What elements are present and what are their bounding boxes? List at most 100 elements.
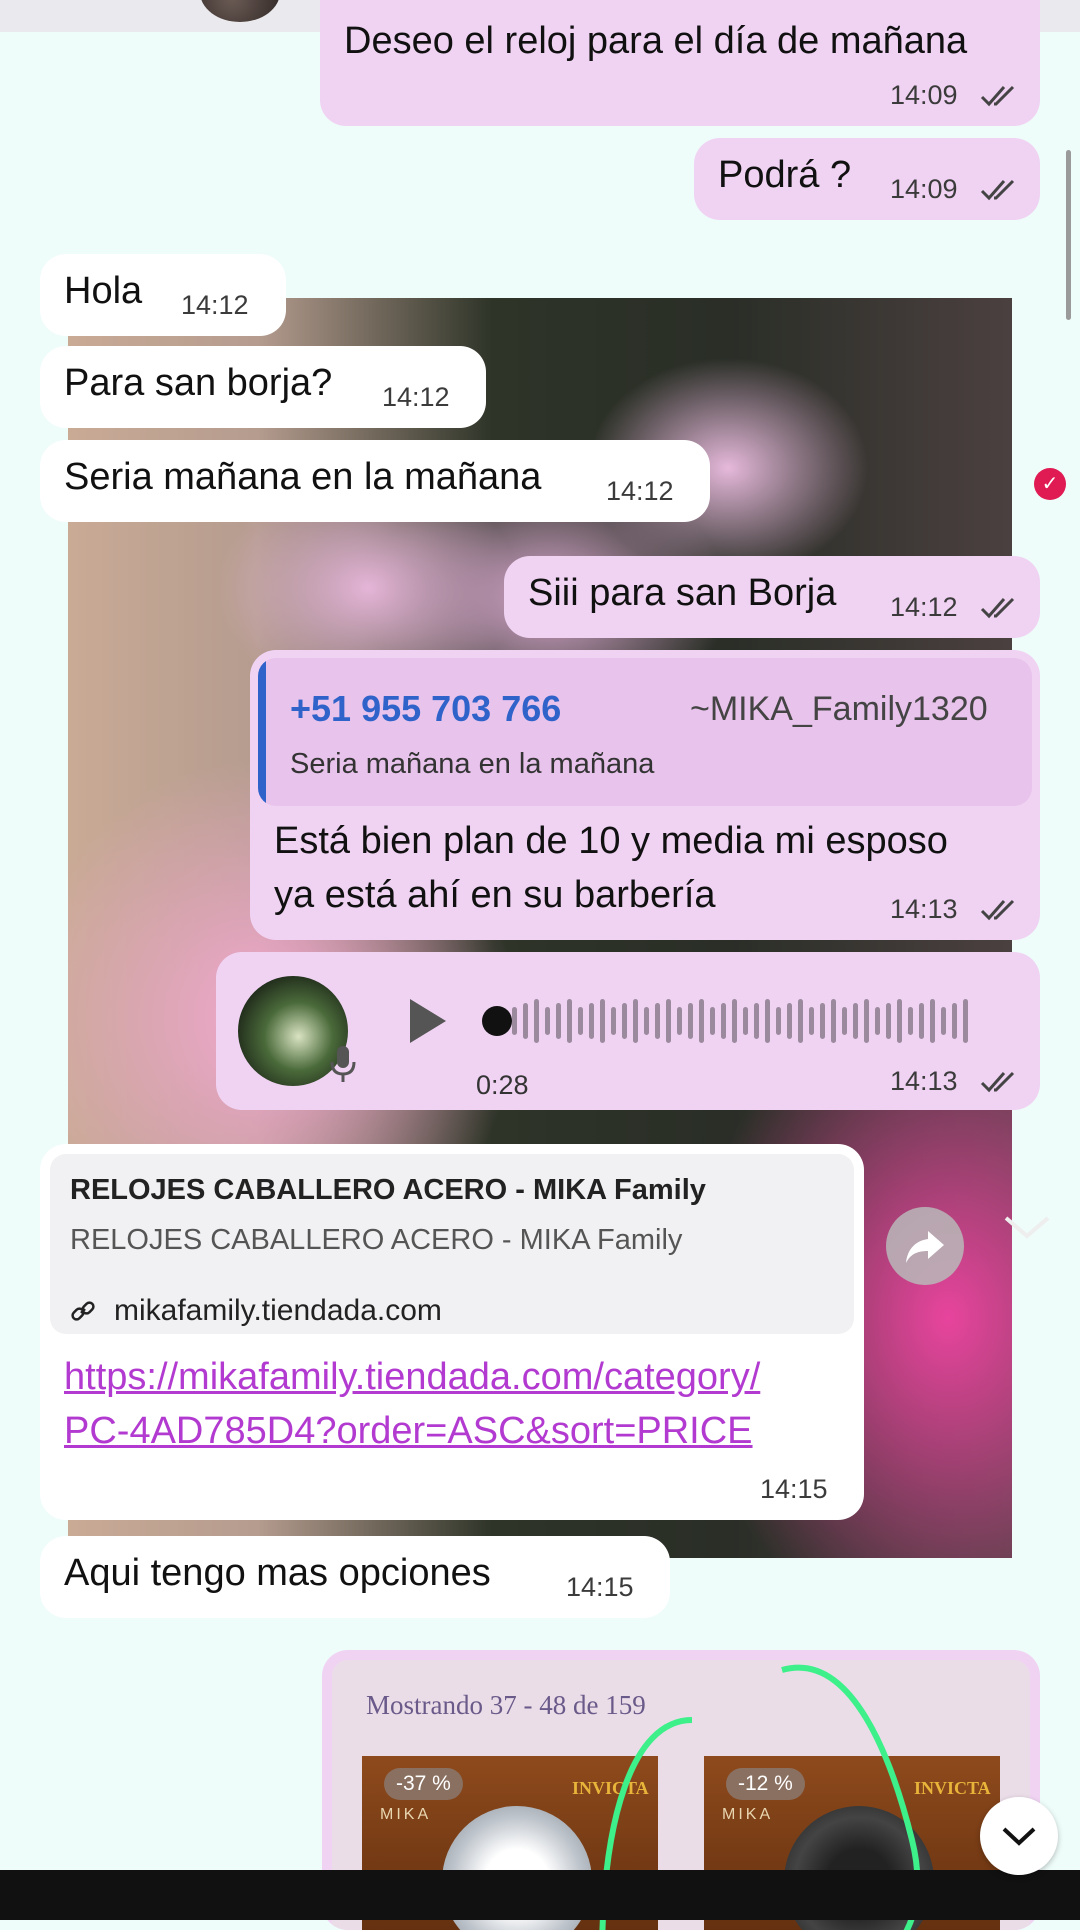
link-url-line1[interactable]: https://mikafamily.tiendada.com/category… bbox=[64, 1356, 760, 1399]
waveform-bar bbox=[820, 1003, 825, 1039]
waveform-bar bbox=[589, 1003, 594, 1039]
waveform-bar bbox=[952, 1003, 957, 1039]
message-incoming[interactable]: Seria mañana en la mañana 14:12 bbox=[40, 440, 710, 522]
waveform-bar bbox=[512, 1007, 517, 1035]
message-text-line2: ya está ahí en su barbería bbox=[274, 874, 716, 916]
waveform-bar bbox=[787, 1003, 792, 1039]
mic-icon bbox=[328, 1044, 358, 1089]
waveform-bar bbox=[666, 999, 671, 1043]
waveform-bar bbox=[545, 1007, 550, 1035]
waveform-bar bbox=[754, 1003, 759, 1039]
waveform-bar bbox=[677, 1007, 682, 1035]
message-time: 14:13 bbox=[890, 1066, 958, 1096]
message-text: Deseo el reloj para el día de mañana bbox=[344, 20, 968, 62]
waveform-bar bbox=[732, 999, 737, 1043]
waveform-bar bbox=[831, 999, 836, 1043]
forward-icon bbox=[906, 1231, 944, 1263]
message-outgoing[interactable]: Siii para san Borja 14:12 bbox=[504, 556, 1040, 638]
message-time: 14:12 bbox=[606, 476, 674, 506]
message-outgoing[interactable]: Deseo el reloj para el día de mañana 14:… bbox=[320, 0, 1040, 126]
preview-domain: mikafamily.tiendada.com bbox=[114, 1294, 442, 1327]
message-text: Aqui tengo mas opciones bbox=[64, 1552, 491, 1594]
double-check-icon bbox=[980, 898, 1020, 922]
message-time: 14:12 bbox=[181, 290, 249, 320]
quote-text: Seria mañana en la mañana bbox=[290, 748, 655, 780]
message-text: Siii para san Borja bbox=[528, 572, 837, 614]
waveform-bar bbox=[919, 1003, 924, 1039]
message-time: 14:09 bbox=[890, 80, 958, 110]
message-text: Podrá ? bbox=[718, 154, 852, 196]
message-time: 14:15 bbox=[760, 1474, 828, 1504]
waveform-bar bbox=[963, 999, 968, 1043]
double-check-icon bbox=[980, 84, 1020, 108]
waveform-bar bbox=[688, 1003, 693, 1039]
message-link-preview[interactable]: RELOJES CABALLERO ACERO - MIKA Family RE… bbox=[40, 1144, 864, 1520]
message-time: 14:15 bbox=[566, 1572, 634, 1602]
waveform-bar bbox=[600, 999, 605, 1043]
waveform-bar bbox=[622, 1003, 627, 1039]
waveform-bar bbox=[930, 999, 935, 1043]
double-check-icon bbox=[980, 1070, 1020, 1094]
waveform[interactable] bbox=[512, 996, 1012, 1046]
chevron-down-icon[interactable] bbox=[1000, 1210, 1054, 1249]
waveform-bar bbox=[523, 1003, 528, 1039]
message-text: Seria mañana en la mañana bbox=[64, 456, 542, 498]
link-preview-card[interactable]: RELOJES CABALLERO ACERO - MIKA Family RE… bbox=[50, 1154, 854, 1334]
quote-sender: +51 955 703 766 bbox=[290, 688, 562, 729]
waveform-bar bbox=[897, 999, 902, 1043]
waveform-bar bbox=[611, 1007, 616, 1035]
message-outgoing-reply[interactable]: +51 955 703 766 ~MIKA_Family1320 Seria m… bbox=[250, 650, 1040, 940]
scrollbar[interactable] bbox=[1066, 150, 1071, 320]
message-outgoing[interactable]: Podrá ? 14:09 bbox=[694, 138, 1040, 220]
message-time: 14:12 bbox=[382, 382, 450, 412]
message-text: Para san borja? bbox=[64, 362, 333, 404]
message-time: 14:09 bbox=[890, 174, 958, 204]
waveform-bar bbox=[864, 999, 869, 1043]
double-check-icon bbox=[980, 596, 1020, 620]
waveform-bar bbox=[809, 1007, 814, 1035]
waveform-bar bbox=[842, 1007, 847, 1035]
chevron-down-icon bbox=[1002, 1827, 1036, 1846]
message-time: 14:13 bbox=[890, 894, 958, 924]
waveform-bar bbox=[765, 999, 770, 1043]
message-incoming[interactable]: Aqui tengo mas opciones 14:15 bbox=[40, 1536, 670, 1618]
waveform-bar bbox=[941, 1007, 946, 1035]
waveform-bar bbox=[633, 999, 638, 1043]
waveform-bar bbox=[798, 999, 803, 1043]
preview-title: RELOJES CABALLERO ACERO - MIKA Family bbox=[70, 1174, 706, 1206]
message-incoming[interactable]: Hola 14:12 bbox=[40, 254, 286, 336]
quoted-message[interactable]: +51 955 703 766 ~MIKA_Family1320 Seria m… bbox=[258, 658, 1032, 806]
voice-duration: 0:28 bbox=[476, 1070, 529, 1100]
message-incoming[interactable]: Para san borja? 14:12 bbox=[40, 346, 486, 428]
waveform-bar bbox=[655, 1003, 660, 1039]
message-text-line1: Está bien plan de 10 y media mi esposo bbox=[274, 820, 948, 862]
playhead-dot[interactable] bbox=[482, 1006, 512, 1036]
waveform-bar bbox=[908, 1007, 913, 1035]
preview-subtitle: RELOJES CABALLERO ACERO - MIKA Family bbox=[70, 1224, 683, 1256]
waveform-bar bbox=[534, 999, 539, 1043]
waveform-bar bbox=[776, 1007, 781, 1035]
waveform-bar bbox=[699, 999, 704, 1043]
waveform-bar bbox=[578, 1007, 583, 1035]
check-badge-icon: ✓ bbox=[1034, 468, 1066, 500]
forward-button[interactable] bbox=[886, 1207, 964, 1285]
waveform-bar bbox=[567, 999, 572, 1043]
quote-name: ~MIKA_Family1320 bbox=[690, 690, 988, 728]
message-time: 14:12 bbox=[890, 592, 958, 622]
waveform-bar bbox=[875, 1007, 880, 1035]
double-check-icon bbox=[980, 178, 1020, 202]
message-voice-note[interactable]: 0:28 14:13 bbox=[216, 952, 1040, 1110]
waveform-bar bbox=[644, 1007, 649, 1035]
link-icon bbox=[70, 1298, 96, 1329]
waveform-bar bbox=[743, 1007, 748, 1035]
bottom-bar bbox=[0, 1870, 1080, 1920]
link-url-line2[interactable]: PC-4AD785D4?order=ASC&sort=PRICE bbox=[64, 1410, 753, 1453]
play-icon[interactable] bbox=[406, 996, 450, 1051]
contact-avatar[interactable] bbox=[200, 0, 280, 22]
waveform-bar bbox=[853, 1003, 858, 1039]
waveform-bar bbox=[556, 1003, 561, 1039]
message-text: Hola bbox=[64, 270, 143, 312]
waveform-bar bbox=[886, 1003, 891, 1039]
waveform-bar bbox=[710, 1007, 715, 1035]
scroll-to-bottom-button[interactable] bbox=[980, 1797, 1058, 1875]
